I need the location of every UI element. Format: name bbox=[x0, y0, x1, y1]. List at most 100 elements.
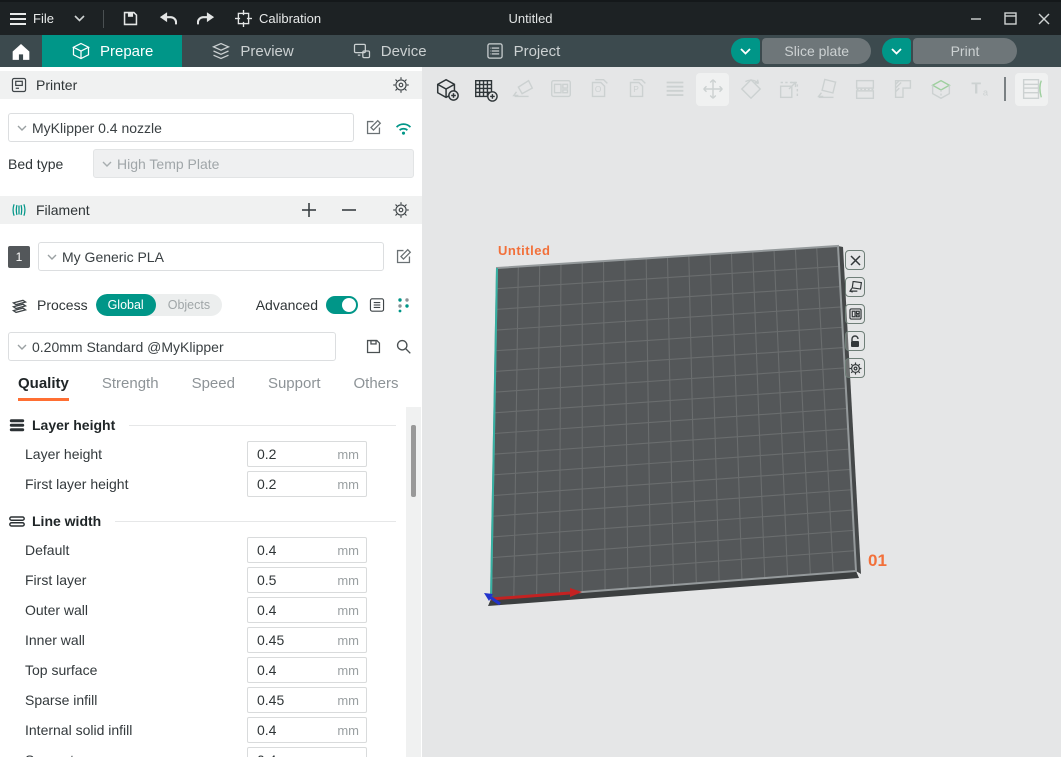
process-row: Process Global Objects Advanced bbox=[0, 291, 422, 319]
setting-row-default: Default mm bbox=[0, 537, 422, 563]
file-menu-dropdown[interactable] bbox=[64, 2, 95, 35]
setting-row-first-layer: First layer mm bbox=[0, 567, 422, 593]
svg-text:P: P bbox=[633, 84, 639, 94]
tab-support[interactable]: Support bbox=[268, 375, 321, 401]
tab-device[interactable]: Device bbox=[323, 35, 456, 67]
save-button[interactable] bbox=[112, 2, 149, 35]
setting-row-sparse-infill: Sparse infill mm bbox=[0, 687, 422, 713]
copy-button: O bbox=[582, 73, 615, 106]
plate-settings-icon[interactable] bbox=[845, 304, 865, 324]
inner-wall-line-width-input[interactable] bbox=[248, 632, 318, 648]
viewport-3d[interactable]: Untitled 01 O P bbox=[422, 67, 1061, 757]
layer-height-input[interactable] bbox=[248, 446, 318, 462]
sparse-infill-line-width-input[interactable] bbox=[248, 692, 318, 708]
save-icon bbox=[122, 10, 139, 27]
chevron-down-icon bbox=[102, 161, 112, 167]
setting-input-box: mm bbox=[247, 717, 367, 743]
process-scope-toggle: Global Objects bbox=[96, 294, 223, 316]
advanced-toggle[interactable] bbox=[326, 296, 358, 314]
process-preset-select[interactable]: 0.20mm Standard @MyKlipper bbox=[8, 332, 336, 361]
scope-objects-button[interactable]: Objects bbox=[156, 294, 222, 316]
calibration-button[interactable]: Calibration bbox=[225, 2, 331, 35]
first-layer-height-input[interactable] bbox=[248, 476, 318, 492]
build-plate-canvas[interactable] bbox=[422, 67, 1061, 757]
printer-preset-select[interactable]: MyKlipper 0.4 nozzle bbox=[8, 113, 354, 142]
save-preset-icon[interactable] bbox=[362, 336, 384, 358]
default-line-width-input[interactable] bbox=[248, 542, 318, 558]
lay-on-face-button bbox=[810, 73, 843, 106]
setting-input-box: mm bbox=[247, 747, 367, 757]
outer-wall-line-width-input[interactable] bbox=[248, 602, 318, 618]
tab-preview[interactable]: Preview bbox=[182, 35, 322, 67]
tab-quality[interactable]: Quality bbox=[18, 375, 69, 401]
tab-project[interactable]: Project bbox=[456, 35, 590, 67]
scale-button bbox=[772, 73, 805, 106]
delete-plate-icon[interactable] bbox=[845, 250, 865, 270]
filament-slot-badge[interactable]: 1 bbox=[8, 246, 30, 268]
setting-label: Default bbox=[25, 542, 247, 558]
remove-filament-button[interactable] bbox=[338, 199, 360, 221]
maximize-button[interactable] bbox=[993, 2, 1027, 35]
printer-settings-button[interactable] bbox=[390, 74, 412, 96]
edit-filament-icon[interactable] bbox=[392, 246, 414, 268]
bed-type-select[interactable]: High Temp Plate bbox=[93, 149, 414, 178]
tab-strength[interactable]: Strength bbox=[102, 375, 159, 401]
wifi-icon[interactable] bbox=[392, 117, 414, 139]
process-title: Process bbox=[37, 297, 88, 313]
top-surface-line-width-input[interactable] bbox=[248, 662, 318, 678]
bed-type-row: Bed type High Temp Plate bbox=[8, 149, 414, 178]
add-plate-button[interactable] bbox=[468, 73, 501, 106]
tab-speed[interactable]: Speed bbox=[192, 375, 235, 401]
add-filament-button[interactable] bbox=[298, 199, 320, 221]
undo-button[interactable] bbox=[149, 2, 187, 35]
settings-scrollbar[interactable] bbox=[406, 407, 421, 757]
calibration-label: Calibration bbox=[259, 11, 321, 26]
file-menu[interactable]: File bbox=[0, 2, 64, 35]
add-object-button[interactable] bbox=[430, 73, 463, 106]
compare-presets-icon[interactable] bbox=[396, 294, 412, 316]
filament-preset-select[interactable]: My Generic PLA bbox=[38, 242, 384, 271]
slice-options-button[interactable] bbox=[731, 38, 760, 64]
redo-button[interactable] bbox=[187, 2, 225, 35]
svg-text:T: T bbox=[971, 81, 981, 98]
minimize-button[interactable] bbox=[959, 2, 993, 35]
scope-global-button[interactable]: Global bbox=[96, 294, 156, 316]
unit-label: mm bbox=[337, 633, 366, 648]
filament-icon bbox=[10, 201, 28, 219]
variable-layer-height-button bbox=[1015, 73, 1048, 106]
tab-project-label: Project bbox=[514, 43, 561, 60]
setting-label: First layer bbox=[25, 572, 247, 588]
calibration-icon bbox=[235, 10, 252, 27]
first-layer-line-width-input[interactable] bbox=[248, 572, 318, 588]
plate-number-label: 01 bbox=[868, 551, 887, 571]
edit-printer-icon[interactable] bbox=[362, 117, 384, 139]
home-button[interactable] bbox=[0, 35, 42, 67]
setting-row-outer-wall: Outer wall mm bbox=[0, 597, 422, 623]
cut-button bbox=[848, 73, 881, 106]
app-window: File bbox=[0, 0, 1061, 757]
tab-prepare[interactable]: Prepare bbox=[42, 35, 182, 67]
internal-solid-infill-line-width-input[interactable] bbox=[248, 722, 318, 738]
build-plate[interactable] bbox=[491, 246, 856, 599]
tab-prepare-label: Prepare bbox=[100, 43, 153, 60]
rotate-button bbox=[734, 73, 767, 106]
orient-plate-icon[interactable] bbox=[845, 277, 865, 297]
tab-others[interactable]: Others bbox=[354, 375, 399, 401]
search-settings-icon[interactable] bbox=[392, 336, 414, 358]
setting-row-support: Support mm bbox=[0, 747, 422, 757]
close-button[interactable] bbox=[1027, 2, 1061, 35]
view-all-settings-icon[interactable] bbox=[366, 294, 388, 316]
prepare-icon bbox=[71, 41, 91, 61]
print-button[interactable]: Print bbox=[913, 38, 1017, 64]
setting-input-box: mm bbox=[247, 597, 367, 623]
plate-name-label[interactable]: Untitled bbox=[498, 243, 550, 258]
setting-row-top-surface: Top surface mm bbox=[0, 657, 422, 683]
print-options-button[interactable] bbox=[882, 38, 911, 64]
support-line-width-input[interactable] bbox=[248, 752, 318, 757]
slice-plate-button[interactable]: Slice plate bbox=[762, 38, 871, 64]
section-title: Layer height bbox=[32, 417, 115, 433]
scrollbar-thumb[interactable] bbox=[411, 425, 416, 497]
filament-settings-button[interactable] bbox=[390, 199, 412, 221]
plate-gear-icon[interactable] bbox=[845, 358, 865, 378]
lock-plate-icon[interactable] bbox=[845, 331, 865, 351]
